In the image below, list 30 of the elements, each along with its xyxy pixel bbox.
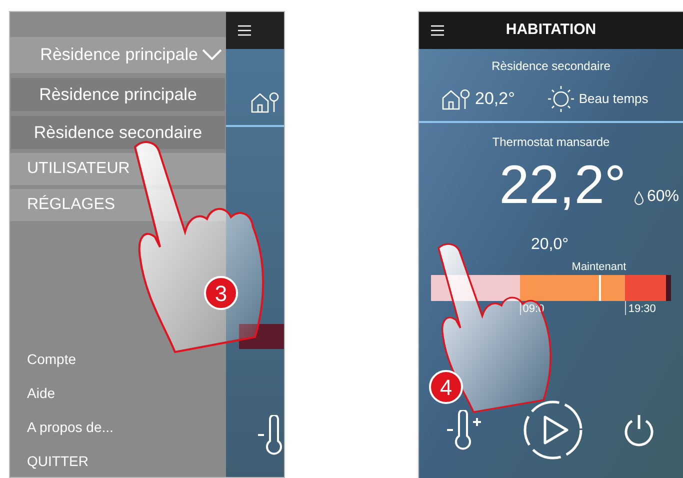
menu-item[interactable]: Compte bbox=[27, 349, 226, 369]
power-icon[interactable] bbox=[623, 413, 655, 447]
droplet-icon bbox=[634, 191, 644, 205]
weather-text: Beau temps bbox=[578, 90, 648, 108]
outdoor-temperature: 20,2° bbox=[475, 88, 515, 110]
play-button[interactable] bbox=[523, 400, 583, 460]
menu-item[interactable]: A propos de... bbox=[27, 417, 226, 437]
thermometer-plus-minus-icon[interactable] bbox=[447, 410, 483, 450]
thermometer-icon[interactable] bbox=[258, 415, 284, 455]
chevron-icon bbox=[202, 49, 222, 61]
residence-option[interactable]: Rèsidence principale bbox=[11, 78, 225, 111]
menu-icon[interactable] bbox=[431, 25, 444, 36]
thermostat-name: Thermostat mansarde bbox=[491, 134, 611, 151]
now-marker bbox=[599, 275, 601, 301]
house-tree-icon bbox=[250, 91, 280, 113]
house-tree-icon bbox=[441, 88, 471, 110]
header-title: HABITATION bbox=[504, 20, 598, 40]
residence-option[interactable]: Rèsidence secondaire bbox=[11, 116, 225, 149]
time-label: 19:30 bbox=[625, 301, 656, 315]
menu-icon[interactable] bbox=[238, 25, 251, 36]
sun-icon bbox=[546, 85, 575, 113]
residence-dropdown[interactable]: Rèsidence principale bbox=[10, 37, 226, 73]
setpoint-temperature: 20,0° bbox=[531, 235, 570, 255]
room-temperature: 22,2° bbox=[499, 155, 626, 215]
location-name: Rèsidence secondaire bbox=[490, 58, 612, 75]
menu-item[interactable]: QUITTER bbox=[27, 451, 226, 471]
step-badge: 4 bbox=[429, 370, 463, 404]
humidity-value: 60% bbox=[646, 187, 679, 207]
now-label: Maintenant bbox=[572, 260, 626, 275]
menu-item[interactable]: Aide bbox=[27, 383, 226, 403]
